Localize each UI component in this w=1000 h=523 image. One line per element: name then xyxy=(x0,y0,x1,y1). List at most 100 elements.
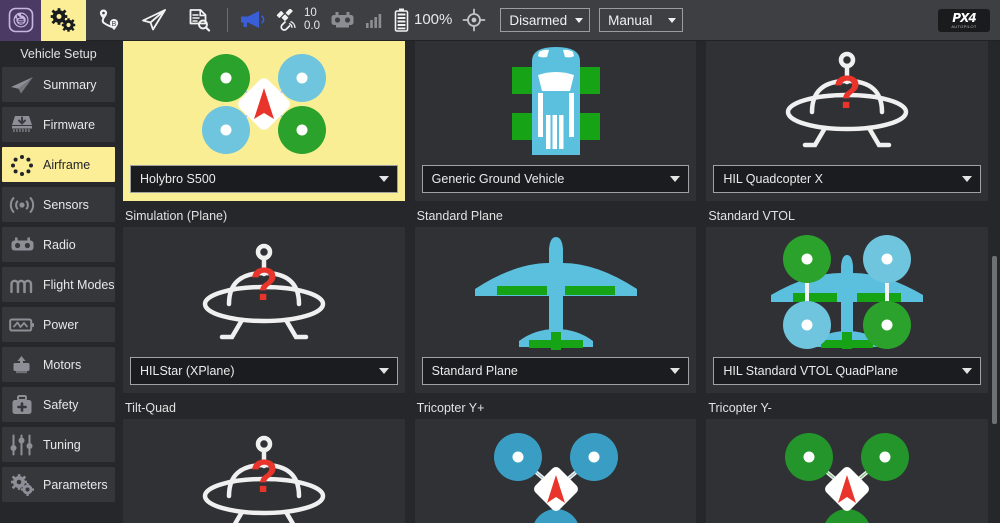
tricopter-art xyxy=(422,426,690,523)
sidebar-item-motors[interactable]: Motors xyxy=(2,347,115,382)
airframe-card-body[interactable]: Holybro S500 xyxy=(123,41,405,201)
sidebar-item-sensors[interactable]: Sensors xyxy=(2,187,115,222)
airframe-selection-dropdown[interactable]: Generic Ground Vehicle xyxy=(421,165,690,193)
sidebar-label-tuning: Tuning xyxy=(43,437,81,452)
airframe-card-body[interactable]: HIL Standard VTOL QuadPlane xyxy=(706,227,989,393)
airframe-title: Tilt-Quad xyxy=(125,401,176,415)
airframe-card-body[interactable]: Standard Plane xyxy=(414,227,697,393)
sidebar-label-power: Power xyxy=(43,317,79,332)
rover-diagram xyxy=(511,46,600,155)
toolbar-fly-button[interactable] xyxy=(131,0,176,41)
airframe-selection-dropdown[interactable]: HIL Quadcopter X xyxy=(713,165,982,193)
airframe-card-body[interactable]: ? HILStar (XPlane) xyxy=(123,227,405,393)
airframe-card-tricopter-y-plus[interactable]: Tricopter Y+ xyxy=(413,393,705,523)
propeller-dots-icon xyxy=(9,154,35,176)
gps-sat-count: 10 xyxy=(304,7,317,20)
app-toolbar: B 10 0.0 100% Disarmed Manual PX4 AUTOPI… xyxy=(0,0,1000,41)
airframe-card-standard-plane[interactable]: Standard Plane Standard Plane xyxy=(413,201,705,393)
airframe-card-rover[interactable]: Rover xyxy=(413,41,705,201)
px4-brand-secondary: AUTOPILOT xyxy=(951,24,977,29)
chevron-down-icon xyxy=(668,17,677,23)
download-chip-icon xyxy=(9,114,35,136)
ufo-art: ? xyxy=(713,42,981,165)
flight-mode-dropdown[interactable]: Manual xyxy=(599,8,684,32)
flight-mode-label: Manual xyxy=(608,12,653,28)
sidebar-item-airframe[interactable]: Airframe xyxy=(2,147,115,182)
toolbar-analyze-button[interactable] xyxy=(176,0,221,41)
toolbar-rc-indicator[interactable] xyxy=(325,0,360,41)
vertical-scrollbar[interactable] xyxy=(992,256,997,424)
unknown-airframe-ufo-icon: ? xyxy=(785,51,909,147)
ufo-art: ? xyxy=(130,426,398,523)
airframe-selection-label: Generic Ground Vehicle xyxy=(431,172,565,186)
sidebar-label-parameters: Parameters xyxy=(43,477,108,492)
airframe-row-1: Quadrotor x xyxy=(121,41,996,201)
airframe-selection-dropdown[interactable]: Holybro S500 xyxy=(130,165,398,193)
airframe-card-simulation-plane[interactable]: Simulation (Plane) ? HILStar (XPlane) xyxy=(121,201,413,393)
airframe-grid: Quadrotor x xyxy=(121,41,996,523)
toolbar-divider xyxy=(227,8,228,32)
motor-icon xyxy=(9,354,35,376)
airframe-card-body[interactable]: ? xyxy=(123,419,405,523)
rover-art xyxy=(422,42,690,165)
toolbar-telemetry-indicator[interactable] xyxy=(360,0,389,41)
toolbar-gimbal-indicator[interactable] xyxy=(457,0,491,41)
battery-power-icon xyxy=(9,314,35,336)
airframe-selection-label: HIL Standard VTOL QuadPlane xyxy=(723,364,898,378)
airframe-selection-dropdown[interactable]: HIL Standard VTOL QuadPlane xyxy=(713,357,982,385)
airframe-card-tricopter-y-minus[interactable]: Tricopter Y- xyxy=(704,393,996,523)
ufo-art: ? xyxy=(130,234,398,357)
tricopter-y-minus-diagram xyxy=(785,432,910,523)
airframe-selection-dropdown[interactable]: HILStar (XPlane) xyxy=(130,357,398,385)
toolbar-gps-indicator[interactable]: 10 0.0 xyxy=(270,0,325,41)
sidebar-item-power[interactable]: Power xyxy=(2,307,115,342)
arm-state-label: Disarmed xyxy=(509,12,568,28)
airframe-title: Standard VTOL xyxy=(708,209,795,223)
sidebar-item-radio[interactable]: Radio xyxy=(2,227,115,262)
toolbar-speaker-indicator[interactable] xyxy=(234,0,270,41)
airframe-card-quadrotor-x[interactable]: Quadrotor x xyxy=(121,41,413,201)
sidebar-item-safety[interactable]: Safety xyxy=(2,387,115,422)
chevron-down-icon xyxy=(378,368,389,374)
airframe-title: Tricopter Y- xyxy=(708,401,772,415)
safety-kit-icon xyxy=(9,394,35,416)
toolbar-battery-indicator[interactable]: 100% xyxy=(389,0,457,41)
gps-hdop-value: 0.0 xyxy=(304,20,320,32)
gears-icon xyxy=(9,473,35,496)
tricopter-y-plus-diagram xyxy=(493,432,618,523)
airframe-title: Standard Plane xyxy=(416,209,503,223)
airframe-title: Tricopter Y+ xyxy=(416,401,485,415)
megaphone-icon xyxy=(241,11,265,28)
airframe-card-body[interactable] xyxy=(414,419,697,523)
airframe-card-simulation-copter[interactable]: Simulation (Copter) ? xyxy=(704,41,996,201)
sidebar-item-summary[interactable]: Summary xyxy=(2,67,115,102)
svg-text:B: B xyxy=(112,21,117,28)
vtol-art xyxy=(713,234,981,357)
airframe-selection-dropdown[interactable]: Standard Plane xyxy=(421,357,690,385)
sidebar-label-airframe: Airframe xyxy=(43,157,91,172)
tricopter-art xyxy=(713,426,981,523)
airframe-card-body[interactable] xyxy=(706,419,989,523)
sidebar-item-flight-modes[interactable]: Flight Modes xyxy=(2,267,115,302)
battery-percent-label: 100% xyxy=(414,11,453,29)
airframe-card-body[interactable]: ? HIL Quadcopter X xyxy=(706,41,989,201)
sidebar-item-parameters[interactable]: Parameters xyxy=(2,467,115,502)
signal-bars-icon xyxy=(366,14,382,28)
battery-icon xyxy=(394,8,409,32)
sidebar-item-tuning[interactable]: Tuning xyxy=(2,427,115,462)
airframe-card-tilt-quad[interactable]: Tilt-Quad ? xyxy=(121,393,413,523)
standard-vtol-diagram xyxy=(771,234,924,349)
arm-state-dropdown[interactable]: Disarmed xyxy=(500,8,591,32)
svg-text:?: ? xyxy=(250,450,278,502)
sidebar-title: Vehicle Setup xyxy=(20,47,97,61)
airframe-card-standard-vtol[interactable]: Standard VTOL HIL Standard VTOL QuadPlan… xyxy=(704,201,996,393)
toolbar-plan-button[interactable]: B xyxy=(86,0,131,41)
sidebar-item-firmware[interactable]: Firmware xyxy=(2,107,115,142)
unknown-airframe-ufo-icon: ? xyxy=(202,435,326,523)
quadrotor-x-diagram xyxy=(201,53,326,154)
sensor-waves-icon xyxy=(9,194,35,216)
toolbar-vehicle-setup-button[interactable] xyxy=(41,0,86,41)
fly-paper-plane-icon xyxy=(141,9,166,31)
qgc-logo-button[interactable] xyxy=(0,0,41,41)
airframe-card-body[interactable]: Generic Ground Vehicle xyxy=(414,41,697,201)
